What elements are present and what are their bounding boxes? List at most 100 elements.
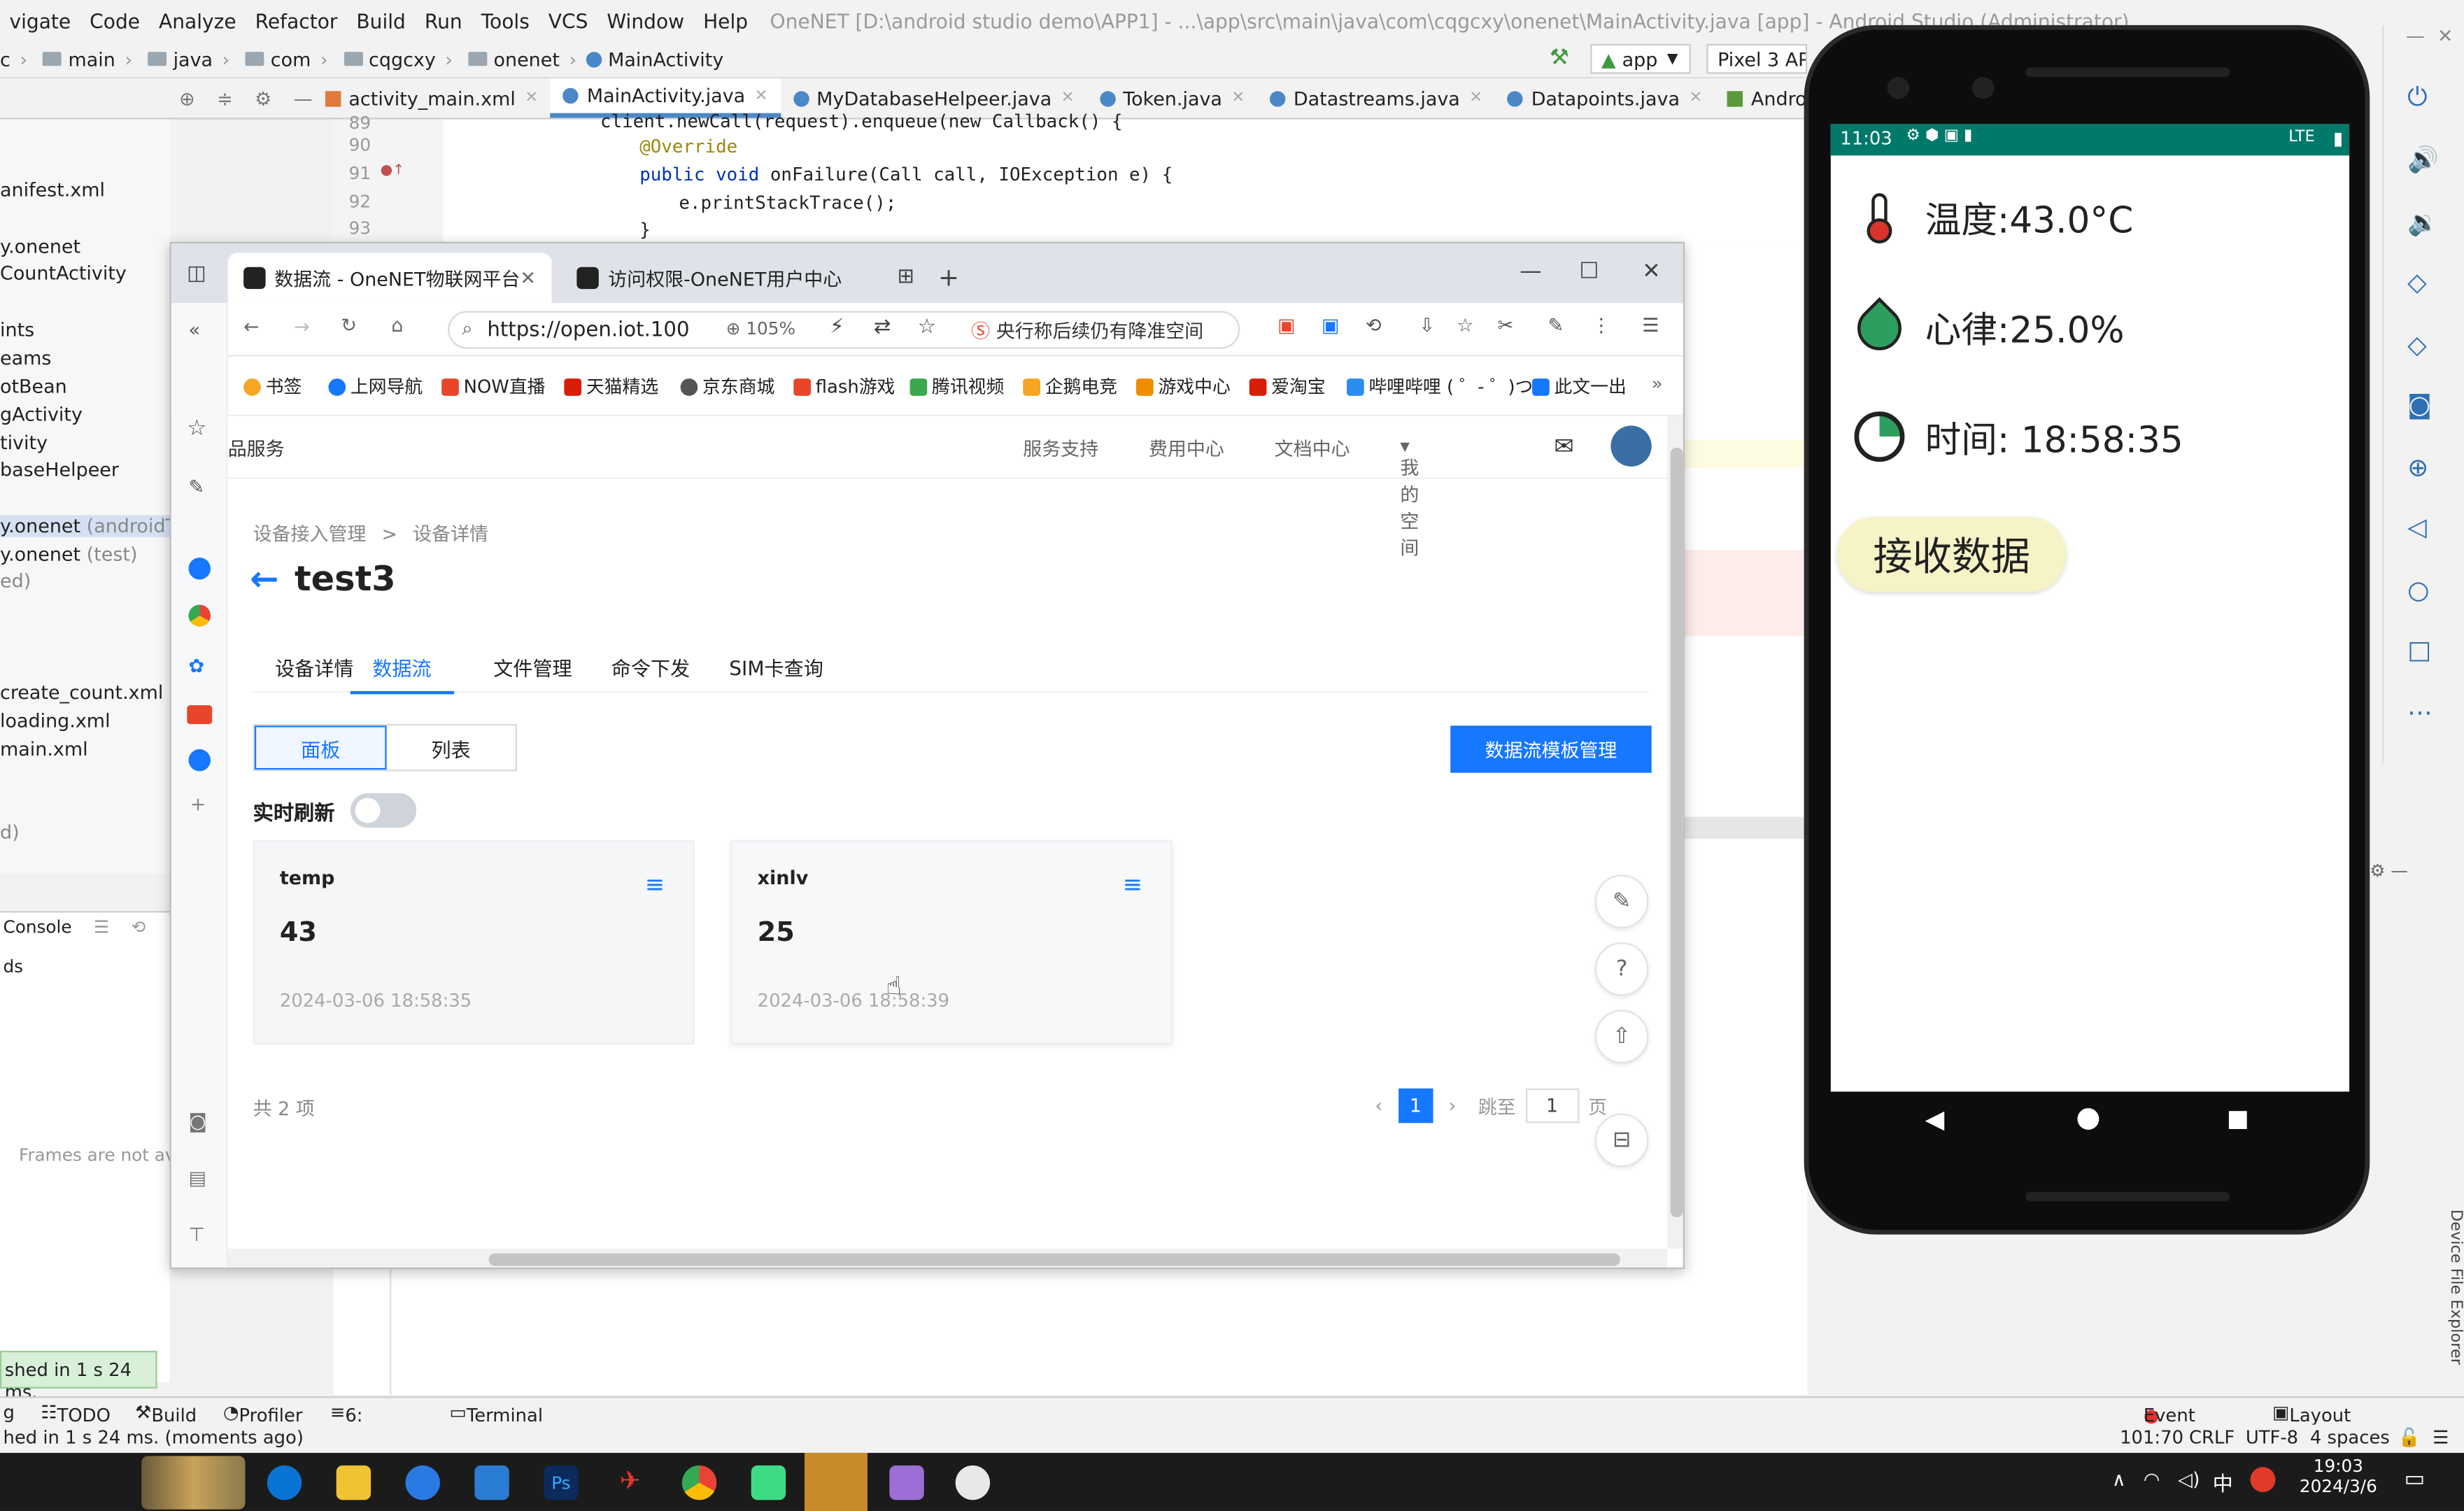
close-tab-icon[interactable]: ✕	[520, 267, 536, 289]
app-tray-icon[interactable]	[2250, 1467, 2276, 1493]
paw-icon[interactable]: ✿	[189, 655, 205, 676]
edit-icon[interactable]: ✎	[1594, 874, 1649, 928]
tab-activity-main[interactable]: activity_main.xml ✕	[313, 78, 551, 118]
tool-terminal[interactable]: ▭ Terminal	[449, 1401, 543, 1426]
app-icon[interactable]: ▤	[189, 1167, 206, 1189]
home-icon[interactable]: ●	[2076, 1101, 2100, 1134]
datastream-card[interactable]: temp ≡ 43 2024-03-06 18:58:35	[253, 840, 695, 1045]
breadcrumb-root[interactable]: c	[0, 48, 20, 69]
tree-item[interactable]: otBean	[0, 376, 170, 397]
tool-profiler[interactable]: ◔ Profiler	[223, 1401, 303, 1426]
tree-item[interactable]: ints	[0, 319, 170, 341]
volume-down-icon[interactable]: 🔉	[2407, 207, 2439, 237]
card-menu-icon[interactable]: ≡	[1123, 870, 1142, 898]
tool-todo[interactable]: ☷ TODO	[41, 1401, 110, 1426]
news-hint[interactable]: Ⓢ 央行称后续仍有降准空间	[971, 318, 1203, 344]
clock-icon[interactable]	[188, 749, 211, 772]
tree-item[interactable]: main.xml	[0, 738, 170, 760]
chevron-up-icon[interactable]: ∧	[2112, 1468, 2126, 1490]
photoshop-icon[interactable]: Ps	[544, 1465, 579, 1501]
run-config-select[interactable]: ▲ app ▼	[1590, 43, 1691, 74]
breadcrumb-onenet[interactable]: onenet	[462, 48, 569, 70]
jump-input[interactable]: 1	[1525, 1088, 1579, 1123]
tree-item-test[interactable]: y.onenet (test)	[0, 544, 170, 565]
mail-icon[interactable]: ✉	[1554, 432, 1573, 460]
status-line-ending[interactable]: CRLF	[2189, 1426, 2235, 1448]
android-icon[interactable]	[751, 1465, 786, 1501]
android-studio-icon[interactable]	[805, 1452, 868, 1511]
back-icon[interactable]: ◁	[2407, 512, 2427, 542]
back-arrow-icon[interactable]: ←	[250, 561, 278, 600]
breadcrumb-java[interactable]: java	[142, 48, 222, 70]
notification-icon[interactable]: ▭	[2405, 1467, 2426, 1492]
zoom-icon[interactable]: ⊕	[2407, 453, 2428, 483]
bookmark[interactable]: NOW直播	[441, 374, 546, 399]
tool-build[interactable]: ⚒ Build	[135, 1401, 197, 1426]
collapse-icon[interactable]: ≑	[217, 87, 233, 109]
overview-icon[interactable]: ■	[2227, 1104, 2249, 1132]
menu-help[interactable]: Help	[694, 8, 758, 32]
bookmark[interactable]: 哔哩哔哩 ( ゜- ゜)つ	[1346, 374, 1533, 399]
menu-analyze[interactable]: Analyze	[150, 8, 246, 32]
menu-refactor[interactable]: Refactor	[246, 8, 347, 32]
hammer-icon[interactable]: ⚒	[1550, 45, 1569, 71]
menu-navigate[interactable]: vigate	[0, 8, 80, 32]
scroll-top-icon[interactable]: ⇧	[1594, 1009, 1649, 1064]
tool-run[interactable]: g	[3, 1401, 14, 1423]
pen-icon[interactable]: ✎	[189, 476, 205, 497]
wrap-icon[interactable]: ⟲	[132, 917, 146, 937]
tree-item[interactable]: CountActivity	[0, 262, 170, 284]
build-popup[interactable]: shed in 1 s 24 ms.	[0, 1350, 157, 1403]
history-icon[interactable]: ⟲	[1366, 314, 1382, 336]
scissors-icon[interactable]: ✂	[1498, 314, 1514, 336]
translate-icon[interactable]: ▣	[1322, 314, 1339, 336]
more-icon[interactable]: ⋮	[1592, 314, 1610, 336]
star-icon[interactable]: ☆	[187, 416, 206, 441]
collapse-icon[interactable]: «	[189, 319, 200, 341]
tree-item[interactable]: d)	[0, 821, 170, 843]
override-marker-icon[interactable]: ●↑	[381, 164, 405, 179]
forward-icon[interactable]: →	[294, 315, 310, 337]
tree-item[interactable]: gActivity	[0, 404, 170, 425]
page-horizontal-scrollbar[interactable]	[227, 1249, 1668, 1268]
tree-item[interactable]: baseHelpeer	[0, 459, 170, 481]
pin-icon[interactable]: ⊤	[189, 1223, 205, 1245]
list-icon[interactable]: ☰	[94, 917, 109, 937]
pdf-icon[interactable]: ▣	[1277, 314, 1295, 336]
maximize-icon[interactable]: ☐	[1579, 259, 1599, 284]
lightning-icon[interactable]: ⚡	[830, 315, 844, 339]
browser-icon[interactable]	[405, 1465, 440, 1501]
new-tab-icon[interactable]: +	[938, 262, 959, 292]
nav-billing[interactable]: 费用中心	[1149, 435, 1224, 462]
share-icon[interactable]: ⇄	[874, 315, 891, 339]
home-icon[interactable]: ⌂	[391, 314, 403, 336]
wifi-icon[interactable]: ◠	[2144, 1468, 2160, 1490]
tab-file-manage[interactable]: 文件管理	[493, 652, 572, 682]
add-icon[interactable]: +	[190, 793, 206, 815]
menu-run[interactable]: Run	[415, 8, 472, 32]
page-vertical-scrollbar[interactable]	[1667, 416, 1683, 1249]
menu-build[interactable]: Build	[347, 8, 415, 32]
tab-datastream[interactable]: 数据流	[350, 652, 454, 695]
tab-grid-icon[interactable]: ⊞	[898, 265, 914, 289]
nav-myspace[interactable]: 我的空间 ▾	[1400, 435, 1419, 559]
pen-icon[interactable]: ✎	[1548, 314, 1564, 336]
breadcrumb-mainactivity[interactable]: MainActivity	[586, 48, 733, 70]
menu-tools[interactable]: Tools	[472, 8, 539, 32]
favorites-icon[interactable]: ☆	[1457, 314, 1473, 336]
device-file-explorer-tab[interactable]: Device File Explorer	[2436, 1209, 2464, 1367]
tab-datastream[interactable]: 数据流 - OneNET物联网平台 ✕	[227, 253, 552, 304]
camera-icon[interactable]: ◙	[2407, 390, 2432, 420]
back-icon[interactable]: ←	[243, 315, 260, 337]
tree-item[interactable]: tivity	[0, 432, 170, 453]
next-page-icon[interactable]: ›	[1449, 1095, 1457, 1116]
tool-logcat[interactable]: ≡ 6: Logcat	[330, 1401, 406, 1448]
tool-layout-inspector[interactable]: ▣ Layout Inspector	[2272, 1401, 2374, 1448]
minimize-icon[interactable]: —	[294, 87, 313, 109]
tab-access[interactable]: 访问权限-OneNET用户中心	[561, 253, 869, 303]
tab-command[interactable]: 命令下发	[611, 652, 690, 682]
tree-item[interactable]: eams	[0, 347, 170, 369]
panel-view-button[interactable]: 面板	[254, 725, 387, 770]
tab-device-detail[interactable]: 设备详情	[275, 652, 353, 682]
edge-icon[interactable]	[267, 1465, 302, 1501]
